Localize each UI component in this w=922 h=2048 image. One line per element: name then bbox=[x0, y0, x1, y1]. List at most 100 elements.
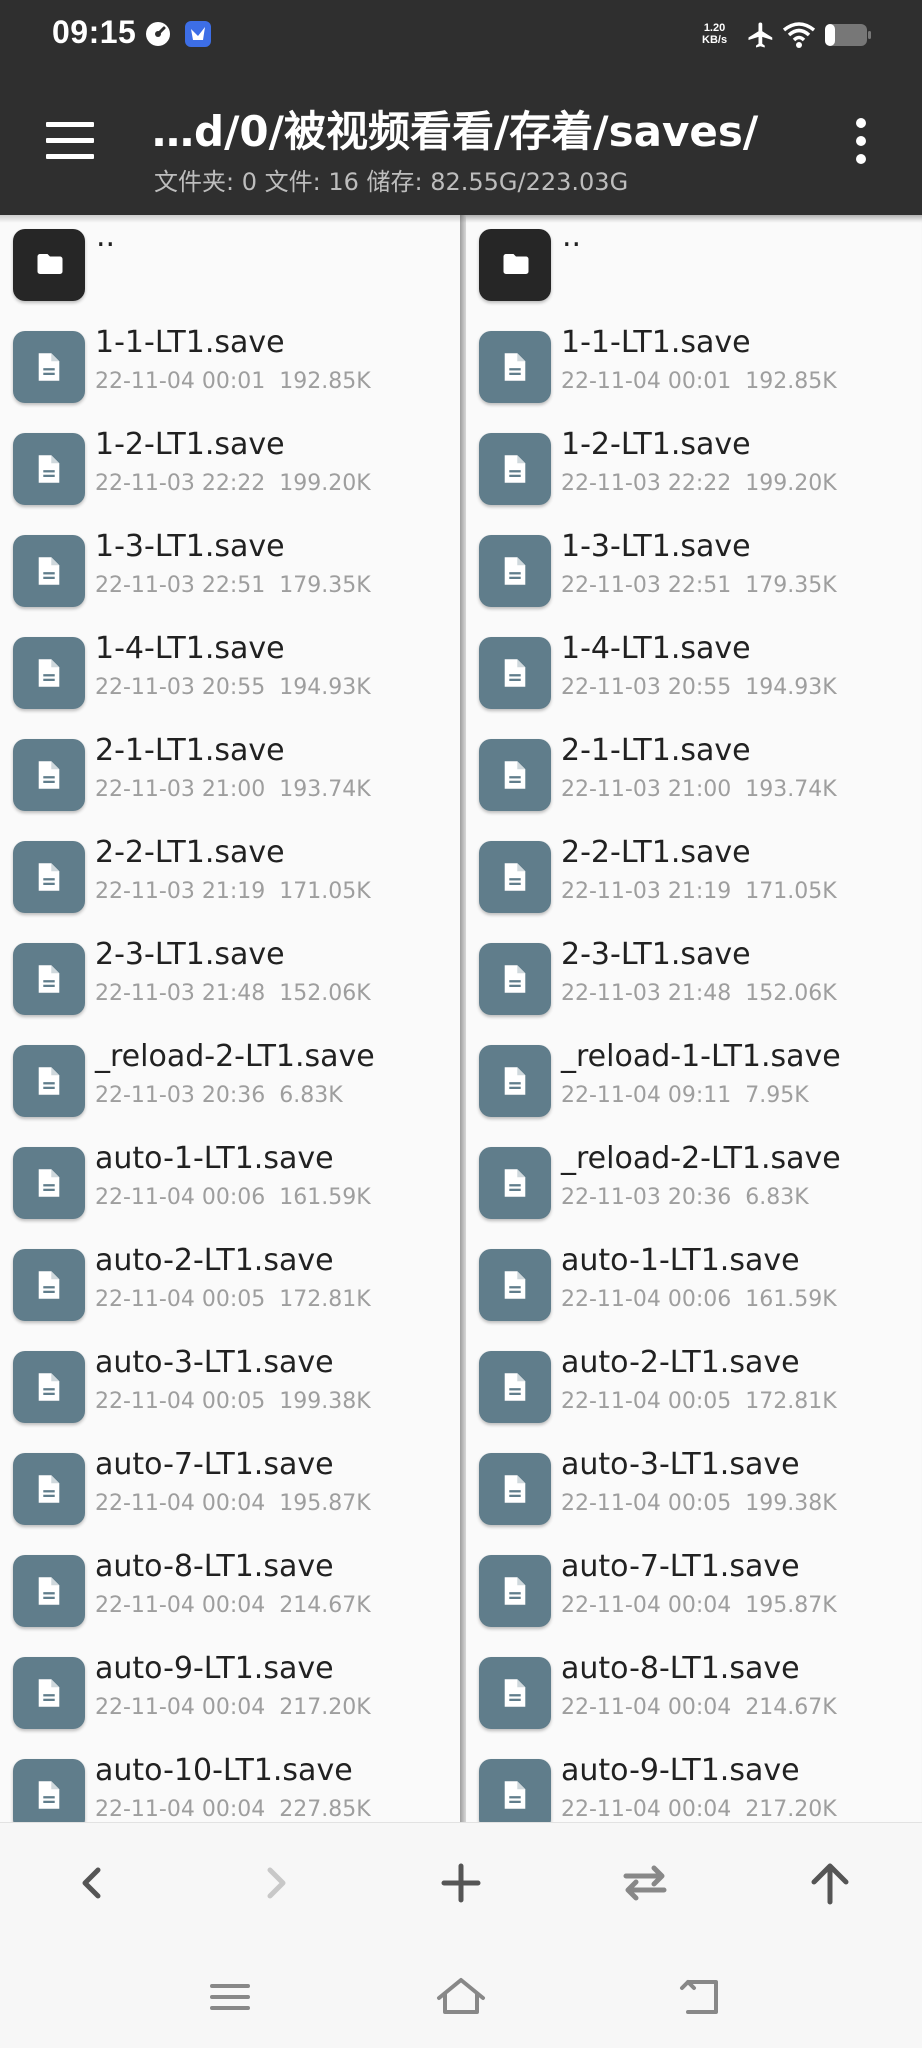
file-item[interactable]: 1-3-LT1.save 22-11-03 22:51 179.35K bbox=[466, 521, 922, 623]
file-size: 195.87K bbox=[745, 1593, 837, 1618]
file-date: 22-11-03 21:48 bbox=[561, 981, 732, 1006]
recents-icon[interactable] bbox=[200, 1972, 260, 2022]
file-size: 152.06K bbox=[279, 981, 371, 1006]
file-meta: 22-11-04 00:01 192.85K bbox=[561, 369, 837, 394]
file-meta: 22-11-04 00:04 214.67K bbox=[561, 1695, 837, 1720]
forward-icon[interactable] bbox=[246, 1858, 306, 1908]
status-time: 09:15 bbox=[52, 14, 137, 50]
file-icon bbox=[13, 841, 85, 913]
file-meta: 22-11-03 20:36 6.83K bbox=[561, 1185, 809, 1210]
menu-icon[interactable] bbox=[44, 122, 100, 162]
file-date: 22-11-04 00:04 bbox=[95, 1593, 266, 1618]
file-item[interactable]: 1-4-LT1.save 22-11-03 20:55 194.93K bbox=[0, 623, 460, 725]
file-item[interactable]: 1-4-LT1.save 22-11-03 20:55 194.93K bbox=[466, 623, 922, 725]
file-size: 161.59K bbox=[279, 1185, 371, 1210]
file-icon bbox=[13, 637, 85, 709]
file-size: 199.20K bbox=[745, 471, 837, 496]
file-item[interactable]: 1-3-LT1.save 22-11-03 22:51 179.35K bbox=[0, 521, 460, 623]
file-date: 22-11-03 22:51 bbox=[95, 573, 266, 598]
file-date: 22-11-03 20:55 bbox=[561, 675, 732, 700]
file-name: 2-2-LT1.save bbox=[95, 835, 285, 870]
file-meta: 22-11-03 20:55 194.93K bbox=[95, 675, 371, 700]
file-item[interactable]: 1-2-LT1.save 22-11-03 22:22 199.20K bbox=[466, 419, 922, 521]
file-date: 22-11-04 00:04 bbox=[95, 1491, 266, 1516]
file-name: auto-7-LT1.save bbox=[561, 1549, 800, 1584]
file-item[interactable]: auto-7-LT1.save 22-11-04 00:04 195.87K bbox=[0, 1439, 460, 1541]
file-name: 1-1-LT1.save bbox=[561, 325, 751, 360]
file-item[interactable]: auto-7-LT1.save 22-11-04 00:04 195.87K bbox=[466, 1541, 922, 1643]
file-name: _reload-2-LT1.save bbox=[95, 1039, 375, 1074]
file-name: auto-2-LT1.save bbox=[561, 1345, 800, 1380]
file-item[interactable]: 2-2-LT1.save 22-11-03 21:19 171.05K bbox=[0, 827, 460, 929]
up-icon[interactable] bbox=[800, 1858, 860, 1908]
file-size: 171.05K bbox=[279, 879, 371, 904]
current-path[interactable]: …d/0/被视频看看/存着/saves/ bbox=[152, 98, 758, 159]
file-meta: 22-11-03 20:36 6.83K bbox=[95, 1083, 343, 1108]
dual-pane-browser: .. 1-1-LT1.save 22-11-04 00:01 192.85K 1-2-… bbox=[0, 215, 922, 1822]
file-date: 22-11-03 20:55 bbox=[95, 675, 266, 700]
file-item[interactable]: auto-1-LT1.save 22-11-04 00:06 161.59K bbox=[466, 1235, 922, 1337]
file-item[interactable]: auto-1-LT1.save 22-11-04 00:06 161.59K bbox=[0, 1133, 460, 1235]
file-item[interactable]: 2-1-LT1.save 22-11-03 21:00 193.74K bbox=[0, 725, 460, 827]
file-meta: 22-11-04 00:04 214.67K bbox=[95, 1593, 371, 1618]
file-item[interactable]: auto-2-LT1.save 22-11-04 00:05 172.81K bbox=[0, 1235, 460, 1337]
file-date: 22-11-04 00:01 bbox=[561, 369, 732, 394]
parent-directory-item[interactable]: .. bbox=[0, 215, 460, 317]
file-name: 2-3-LT1.save bbox=[95, 937, 285, 972]
file-item[interactable]: auto-10-LT1.save 22-11-04 00:04 227.85K bbox=[0, 1745, 460, 1822]
file-meta: 22-11-04 00:04 195.87K bbox=[561, 1593, 837, 1618]
file-item[interactable]: 2-3-LT1.save 22-11-03 21:48 152.06K bbox=[0, 929, 460, 1031]
file-item[interactable]: _reload-2-LT1.save 22-11-03 20:36 6.83K bbox=[0, 1031, 460, 1133]
back-nav-icon[interactable] bbox=[672, 1972, 732, 2022]
parent-directory-item[interactable]: .. bbox=[466, 215, 922, 317]
file-icon bbox=[13, 535, 85, 607]
folder-icon bbox=[13, 229, 85, 301]
file-item[interactable]: auto-8-LT1.save 22-11-04 00:04 214.67K bbox=[0, 1541, 460, 1643]
left-pane[interactable]: .. 1-1-LT1.save 22-11-04 00:01 192.85K 1-2-… bbox=[0, 215, 460, 1822]
parent-directory-label: .. bbox=[562, 219, 582, 254]
file-item[interactable]: _reload-1-LT1.save 22-11-04 09:11 7.95K bbox=[466, 1031, 922, 1133]
file-meta: 22-11-03 22:51 179.35K bbox=[561, 573, 837, 598]
file-icon bbox=[479, 943, 551, 1015]
file-name: 1-4-LT1.save bbox=[561, 631, 751, 666]
file-item[interactable]: 2-3-LT1.save 22-11-03 21:48 152.06K bbox=[466, 929, 922, 1031]
file-name: 1-2-LT1.save bbox=[561, 427, 751, 462]
file-icon bbox=[13, 1249, 85, 1321]
file-date: 22-11-03 20:36 bbox=[95, 1083, 266, 1108]
file-item[interactable]: 1-2-LT1.save 22-11-03 22:22 199.20K bbox=[0, 419, 460, 521]
file-item[interactable]: auto-3-LT1.save 22-11-04 00:05 199.38K bbox=[0, 1337, 460, 1439]
file-item[interactable]: auto-9-LT1.save 22-11-04 00:04 217.20K bbox=[466, 1745, 922, 1822]
file-item[interactable]: auto-8-LT1.save 22-11-04 00:04 214.67K bbox=[466, 1643, 922, 1745]
file-name: _reload-1-LT1.save bbox=[561, 1039, 841, 1074]
file-item[interactable]: _reload-2-LT1.save 22-11-03 20:36 6.83K bbox=[466, 1133, 922, 1235]
file-item[interactable]: 1-1-LT1.save 22-11-04 00:01 192.85K bbox=[466, 317, 922, 419]
file-icon bbox=[479, 535, 551, 607]
right-pane[interactable]: .. 1-1-LT1.save 22-11-04 00:01 192.85K 1-2-… bbox=[466, 215, 922, 1822]
more-options-icon[interactable] bbox=[846, 118, 876, 168]
file-item[interactable]: auto-9-LT1.save 22-11-04 00:04 217.20K bbox=[0, 1643, 460, 1745]
file-icon bbox=[13, 739, 85, 811]
swap-icon[interactable] bbox=[615, 1858, 675, 1908]
file-name: 2-1-LT1.save bbox=[561, 733, 751, 768]
file-icon bbox=[479, 1147, 551, 1219]
file-item[interactable]: 2-2-LT1.save 22-11-03 21:19 171.05K bbox=[466, 827, 922, 929]
back-icon[interactable] bbox=[62, 1858, 122, 1908]
file-item[interactable]: auto-3-LT1.save 22-11-04 00:05 199.38K bbox=[466, 1439, 922, 1541]
file-name: 1-4-LT1.save bbox=[95, 631, 285, 666]
file-date: 22-11-03 21:19 bbox=[561, 879, 732, 904]
file-item[interactable]: 1-1-LT1.save 22-11-04 00:01 192.85K bbox=[0, 317, 460, 419]
file-name: auto-3-LT1.save bbox=[95, 1345, 334, 1380]
file-icon bbox=[13, 331, 85, 403]
file-name: _reload-2-LT1.save bbox=[561, 1141, 841, 1176]
file-meta: 22-11-04 09:11 7.95K bbox=[561, 1083, 809, 1108]
file-meta: 22-11-03 22:51 179.35K bbox=[95, 573, 371, 598]
add-icon[interactable] bbox=[431, 1858, 491, 1908]
home-icon[interactable] bbox=[431, 1972, 491, 2022]
file-meta: 22-11-03 22:22 199.20K bbox=[561, 471, 837, 496]
airplane-icon bbox=[746, 20, 776, 54]
file-item[interactable]: 2-1-LT1.save 22-11-03 21:00 193.74K bbox=[466, 725, 922, 827]
file-date: 22-11-03 22:51 bbox=[561, 573, 732, 598]
file-size: 193.74K bbox=[745, 777, 837, 802]
file-name: 1-3-LT1.save bbox=[561, 529, 751, 564]
file-item[interactable]: auto-2-LT1.save 22-11-04 00:05 172.81K bbox=[466, 1337, 922, 1439]
